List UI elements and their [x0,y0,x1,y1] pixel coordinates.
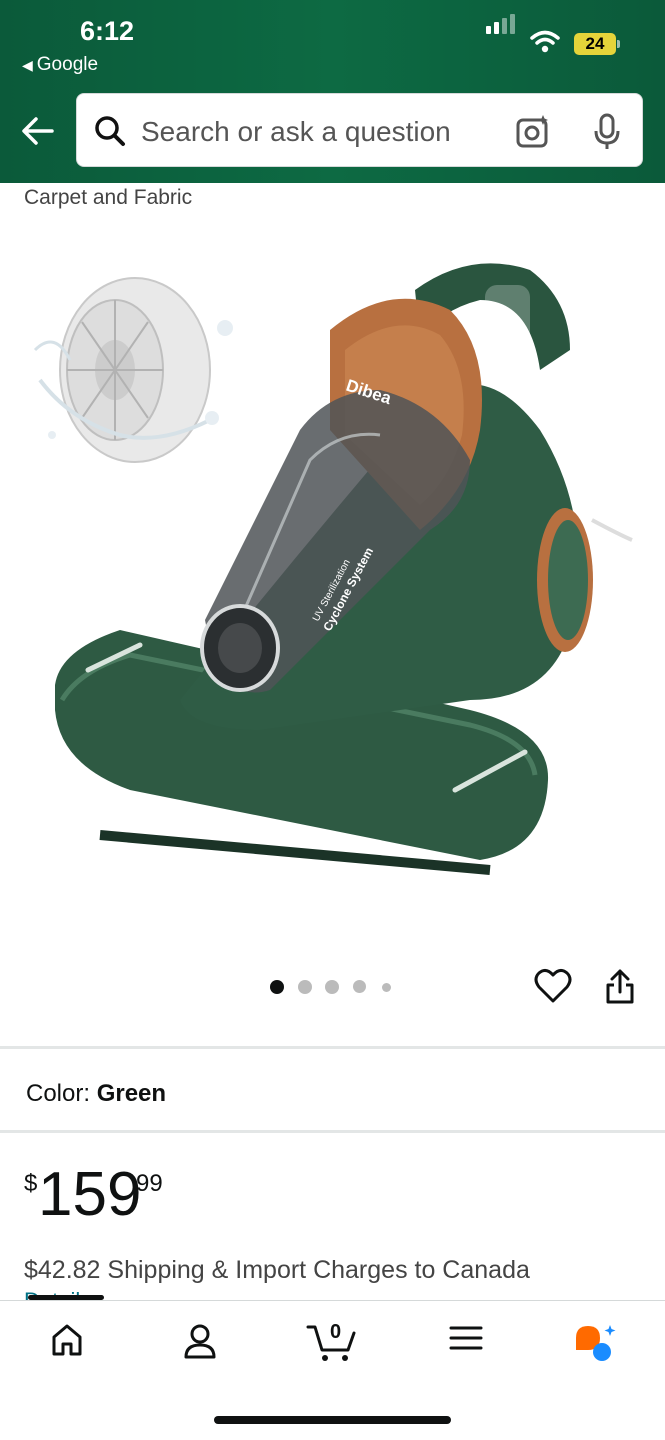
cart-button[interactable]: 0 [306,1321,358,1368]
shipping-charges: $42.82 Shipping & Import Charges to Cana… [24,1256,530,1284]
divider [0,1046,665,1049]
search-icon [95,116,125,146]
search-input[interactable]: Search or ask a question [76,93,643,167]
carousel-dot[interactable] [353,980,366,993]
price-symbol: $ [24,1170,38,1197]
wifi-icon [530,30,560,53]
heart-icon[interactable] [534,968,572,1004]
home-icon[interactable] [50,1323,84,1357]
search-placeholder: Search or ask a question [141,116,451,147]
back-app-label: Google [36,54,99,75]
color-value: Green [96,1080,167,1107]
microphone-icon[interactable] [593,113,621,151]
menu-icon[interactable] [449,1323,483,1353]
rufus-ai-icon[interactable] [572,1323,620,1363]
cart-count: 0 [330,1321,342,1343]
back-to-app-link[interactable]: ◀ Google [22,54,98,76]
carousel-dot-active[interactable] [270,980,284,994]
app-header: 6:12 ◀ Google 24 Search or ask a question [0,0,665,183]
carousel-dot[interactable] [382,983,391,992]
active-tab-indicator [28,1295,104,1300]
divider [0,1130,665,1133]
product-title-tail: Carpet and Fabric [24,186,193,209]
battery-tip [617,40,620,48]
status-time: 6:12 [80,16,135,46]
account-icon[interactable] [183,1323,217,1359]
color-label: Color: [26,1080,91,1107]
price-fraction: 99 [136,1170,163,1197]
product-image[interactable]: Dibea UV Sterilization Cyclone System [0,230,665,950]
camera-icon[interactable] [515,113,551,149]
battery-icon: 24 [574,33,616,55]
home-indicator [214,1416,451,1424]
carousel-dot[interactable] [298,980,312,994]
share-icon[interactable] [604,968,636,1006]
price-whole: 159 [38,1160,142,1229]
carousel-dot[interactable] [325,980,339,994]
color-selector[interactable]: Color: Green [26,1080,166,1108]
filter-illustration [33,277,233,463]
back-arrow-icon[interactable] [20,113,56,149]
back-triangle-icon: ◀ [22,57,33,73]
